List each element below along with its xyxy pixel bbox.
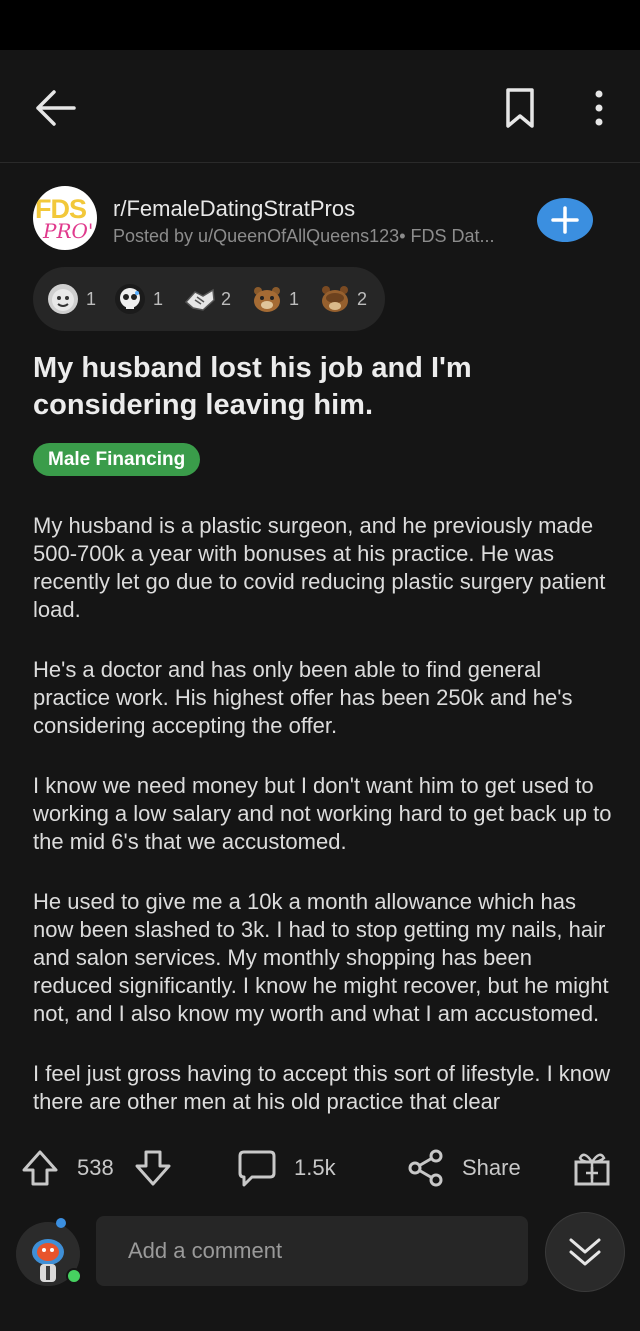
award-item[interactable]: 1 <box>48 283 96 315</box>
share-button[interactable]: Share <box>406 1146 521 1190</box>
post-paragraph: I know we need money but I don't want hi… <box>33 773 612 854</box>
post-action-bar: 538 1.5k Share <box>0 1126 640 1210</box>
award-skull-icon <box>115 284 145 314</box>
award-count: 1 <box>86 288 97 309</box>
join-button[interactable] <box>537 198 593 242</box>
comments-button[interactable]: 1.5k <box>236 1146 336 1190</box>
share-icon <box>408 1149 443 1187</box>
award-count: 1 <box>153 288 164 309</box>
award-item[interactable]: 2 <box>319 283 367 315</box>
award-count: 2 <box>221 288 232 309</box>
subreddit-header: FDS PRO'S r/FemaleDatingStratPros Posted… <box>33 186 613 252</box>
award-item[interactable]: 2 <box>183 283 231 315</box>
award-item[interactable]: 1 <box>115 283 163 315</box>
award-item[interactable]: 1 <box>251 283 299 315</box>
post-paragraph: My husband is a plastic surgeon, and he … <box>33 513 606 622</box>
give-award-button[interactable] <box>572 1146 612 1190</box>
top-bar <box>0 50 640 163</box>
post-paragraph: He's a doctor and has only been able to … <box>33 657 573 738</box>
downvote-arrow-icon <box>135 1150 171 1186</box>
upvote-button[interactable] <box>20 1146 60 1190</box>
award-bear-facepalm-icon <box>319 284 349 314</box>
subreddit-name[interactable]: r/FemaleDatingStratPros <box>113 196 355 222</box>
notification-dot <box>56 1218 66 1228</box>
more-vertical-icon <box>595 90 603 126</box>
vote-count: 538 <box>77 1155 114 1180</box>
share-label: Share <box>462 1155 521 1180</box>
awards-bar[interactable]: 1 1 2 1 2 <box>33 267 385 331</box>
back-button[interactable] <box>30 86 80 130</box>
chevron-double-down-icon <box>569 1238 601 1266</box>
comment-bubble-icon <box>238 1150 276 1187</box>
downvote-button[interactable] <box>133 1146 173 1190</box>
comment-bar <box>0 1210 640 1331</box>
post-body: My husband is a plastic surgeon, and he … <box>33 512 613 1124</box>
award-bear-icon <box>251 284 281 314</box>
upvote-arrow-icon <box>22 1150 58 1186</box>
award-count: 1 <box>289 288 300 309</box>
save-button[interactable] <box>500 84 540 132</box>
award-count: 2 <box>357 288 368 309</box>
award-face-icon <box>48 284 78 314</box>
plus-icon <box>551 206 579 234</box>
post-paragraph: He used to give me a 10k a month allowan… <box>33 889 609 1026</box>
post-paragraph: I feel just gross having to accept this … <box>33 1061 611 1114</box>
subreddit-avatar[interactable]: FDS PRO'S <box>33 186 97 250</box>
online-status-dot <box>66 1268 82 1284</box>
more-options-button[interactable] <box>584 86 614 130</box>
avatar-text-pros: PRO'S <box>43 219 97 243</box>
gift-icon <box>574 1153 610 1186</box>
post-flair[interactable]: Male Financing <box>33 443 201 476</box>
next-comment-button[interactable] <box>545 1212 625 1292</box>
arrow-left-icon <box>36 90 76 126</box>
award-handshake-icon <box>183 284 215 314</box>
comment-input[interactable] <box>96 1216 528 1286</box>
post-author-meta[interactable]: Posted by u/QueenOfAllQueens123• FDS Dat… <box>113 226 533 247</box>
bookmark-icon <box>506 88 534 128</box>
comment-count: 1.5k <box>294 1155 336 1180</box>
status-bar <box>0 0 640 50</box>
post-title: My husband lost his job and I'm consider… <box>33 352 472 421</box>
